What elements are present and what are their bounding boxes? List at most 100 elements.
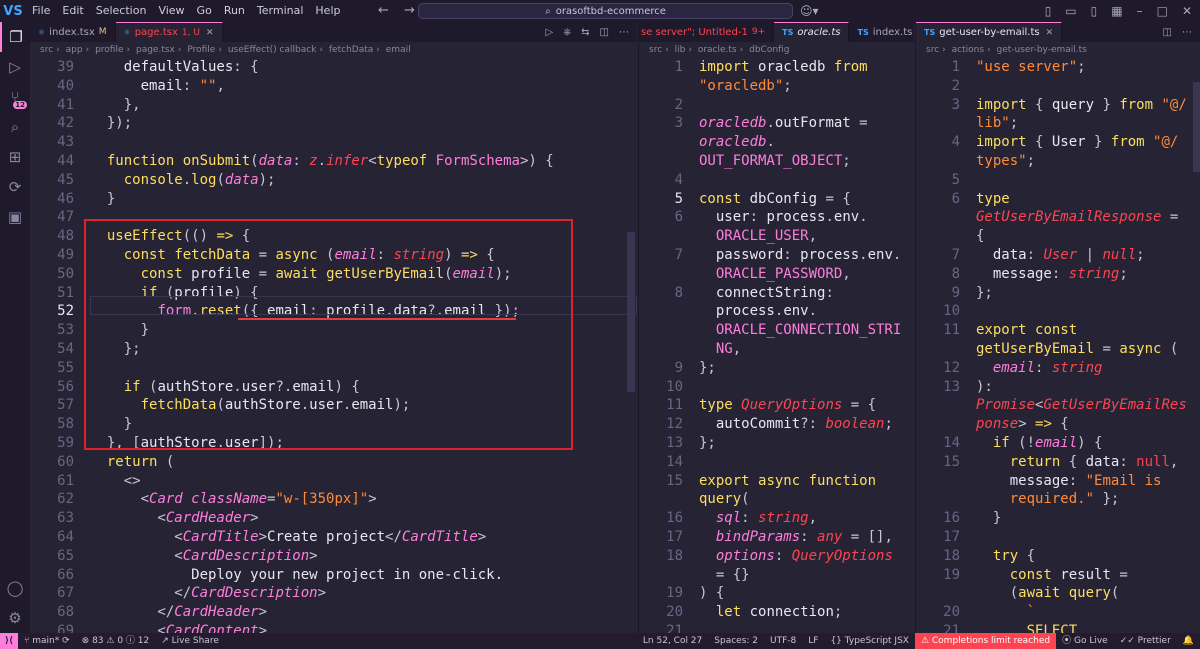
breadcrumb-item[interactable]: Profile	[187, 45, 215, 55]
maximize-icon[interactable]: □	[1157, 0, 1168, 22]
tab-oracle-ts[interactable]: TS oracle.ts	[774, 22, 850, 42]
cursor-position[interactable]: Ln 52, Col 27	[637, 633, 708, 649]
search-text: orasoftbd-ecommerce	[555, 5, 666, 17]
breadcrumb-item[interactable]: oracle.ts	[698, 45, 737, 55]
layout-sidebar-icon[interactable]: ▯	[1045, 0, 1052, 22]
react-icon: ⚛	[123, 28, 131, 37]
breadcrumb-item[interactable]: actions	[952, 45, 984, 55]
language-mode[interactable]: {} TypeScript JSX	[824, 633, 915, 649]
code-editor[interactable]: 39 defaultValues: { 40 email: "", 41 }, …	[30, 58, 637, 633]
completions-status[interactable]: ⚠ Completions limit reached	[914, 633, 1057, 649]
remote-explorer-icon[interactable]: ⟳	[0, 172, 30, 202]
menu-edit[interactable]: Edit	[56, 0, 89, 22]
breadcrumb-item[interactable]: dbConfig	[749, 45, 789, 55]
bell-icon[interactable]: 🔔	[1177, 633, 1200, 649]
menu-view[interactable]: View	[152, 0, 190, 22]
go-live-button[interactable]: ⦿ Go Live	[1056, 633, 1114, 649]
more-icon[interactable]: ⋯	[1182, 27, 1192, 38]
account-icon[interactable]: ◯	[0, 573, 30, 603]
encoding[interactable]: UTF-8	[764, 633, 802, 649]
customize-layout-icon[interactable]: ▦	[1111, 0, 1122, 22]
live-share-button[interactable]: ↗ Live Share	[155, 633, 225, 649]
navigation: ← →	[378, 0, 415, 22]
run-debug-icon[interactable]: ▷	[0, 52, 30, 82]
breadcrumb-item[interactable]: useEffect() callback	[228, 45, 317, 55]
layout-sidebar-right-icon[interactable]: ▯	[1091, 0, 1098, 22]
line-ending[interactable]: LF	[802, 633, 824, 649]
breadcrumb: src › app › profile › page.tsx › Profile › us…	[40, 45, 411, 55]
close-icon[interactable]: ✕	[1182, 0, 1192, 22]
current-line-highlight	[90, 296, 637, 315]
warnings-count: 0	[117, 636, 124, 646]
breadcrumb-item[interactable]: src	[649, 45, 662, 55]
menu-selection[interactable]: Selection	[90, 0, 153, 22]
breadcrumb-item[interactable]: lib	[675, 45, 686, 55]
breadcrumb-item[interactable]: app	[66, 45, 83, 55]
status-bar: ⟩⟨ ⑂ main* ⟳ ⊗ 83 ⚠ 0 ⓘ 12 ↗ Live Share …	[0, 633, 1200, 649]
breadcrumb-item[interactable]: src	[40, 45, 53, 55]
minimize-icon[interactable]: –	[1137, 0, 1143, 22]
live-share-label: Live Share	[171, 636, 219, 646]
remote-icon[interactable]: ⟩⟨	[0, 633, 18, 649]
tab-index-tsx[interactable]: ⚛ index.tsx M	[30, 22, 116, 42]
command-center-search[interactable]: ⌕ orasoftbd-ecommerce	[418, 3, 793, 19]
completions-label: Completions limit reached	[931, 636, 1051, 646]
breadcrumb-item[interactable]: email	[386, 45, 411, 55]
arrow-left-icon[interactable]: ←	[378, 0, 389, 22]
prettier-status[interactable]: ✓✓ Prettier	[1114, 633, 1177, 649]
breadcrumb-item[interactable]: page.tsx	[136, 45, 175, 55]
tab-label: get-user-by-email.ts	[939, 27, 1040, 38]
typescript-icon: TS	[924, 28, 936, 37]
code-editor[interactable]: 1 "use server"; 2 3 import { query } from …	[916, 58, 1200, 633]
more-icon[interactable]: ⋯	[619, 27, 629, 38]
testing-icon[interactable]: ▣	[0, 202, 30, 232]
split-editor-icon[interactable]: ◫	[600, 27, 609, 38]
breadcrumb-item[interactable]: get-user-by-email.ts	[997, 45, 1087, 55]
menu-terminal[interactable]: Terminal	[251, 0, 310, 22]
branch-status[interactable]: ⑂ main* ⟳	[18, 633, 76, 649]
breadcrumb-item[interactable]: profile	[95, 45, 123, 55]
extensions-icon[interactable]: ⊞	[0, 142, 30, 172]
breadcrumb-item[interactable]: src	[926, 45, 939, 55]
source-control-badge: 12	[13, 101, 27, 109]
close-icon[interactable]: ✕	[206, 28, 214, 38]
error-squiggle	[238, 318, 516, 320]
title-bar: VS File Edit Selection View Go Run Termi…	[0, 0, 1200, 22]
breadcrumb: src › actions › get-user-by-email.ts	[926, 45, 1087, 55]
tab-index-ts[interactable]: TS index.ts	[849, 22, 914, 42]
search-icon[interactable]: ⌕	[0, 112, 30, 142]
scrollbar[interactable]	[1193, 82, 1200, 172]
branch-name: main*	[32, 636, 60, 646]
breadcrumb-item[interactable]: fetchData	[329, 45, 373, 55]
typescript-icon: TS	[782, 28, 794, 37]
run-icon[interactable]: ▷	[545, 27, 553, 38]
tab-page-tsx[interactable]: ⚛ page.tsx 1, U ✕	[115, 22, 223, 42]
editor-actions: ◫ ⋯	[1155, 22, 1200, 42]
tab-status: 9+	[751, 27, 766, 37]
arrow-right-icon[interactable]: →	[404, 0, 415, 22]
menu-run[interactable]: Run	[218, 0, 251, 22]
problems-status[interactable]: ⊗ 83 ⚠ 0 ⓘ 12	[76, 633, 156, 649]
compare-icon[interactable]: ⇆	[581, 27, 589, 38]
settings-icon[interactable]: ⚙	[0, 603, 30, 633]
explorer-icon[interactable]: ❐	[0, 22, 30, 52]
menu-go[interactable]: Go	[191, 0, 218, 22]
debug-icon[interactable]: ⎈	[563, 27, 571, 38]
menu-help[interactable]: Help	[309, 0, 346, 22]
editor-pane-oracle-ts: se server"; Untitled-1 9+ TS oracle.ts T…	[638, 22, 914, 633]
close-icon[interactable]: ✕	[1046, 28, 1054, 38]
code-editor[interactable]: 1 import oracledb from "oracledb"; 2 3 ora…	[639, 58, 914, 633]
tab-untitled-1[interactable]: se server"; Untitled-1 9+	[639, 22, 775, 42]
tab-status: M	[98, 27, 107, 37]
indentation[interactable]: Spaces: 2	[708, 633, 764, 649]
source-control-icon[interactable]: ⑂ 12	[0, 82, 30, 112]
menu-bar: File Edit Selection View Go Run Terminal…	[26, 0, 346, 22]
layout-panel-icon[interactable]: ▭	[1065, 0, 1076, 22]
tab-bar: se server"; Untitled-1 9+ TS oracle.ts T…	[639, 22, 914, 42]
copilot-icon[interactable]: ☺▾	[800, 0, 819, 22]
vscode-logo-icon: VS	[3, 3, 23, 19]
tab-label: page.tsx	[134, 27, 178, 38]
menu-file[interactable]: File	[26, 0, 56, 22]
tab-get-user-by-email-ts[interactable]: TS get-user-by-email.ts ✕	[916, 22, 1063, 42]
split-editor-icon[interactable]: ◫	[1163, 27, 1172, 38]
